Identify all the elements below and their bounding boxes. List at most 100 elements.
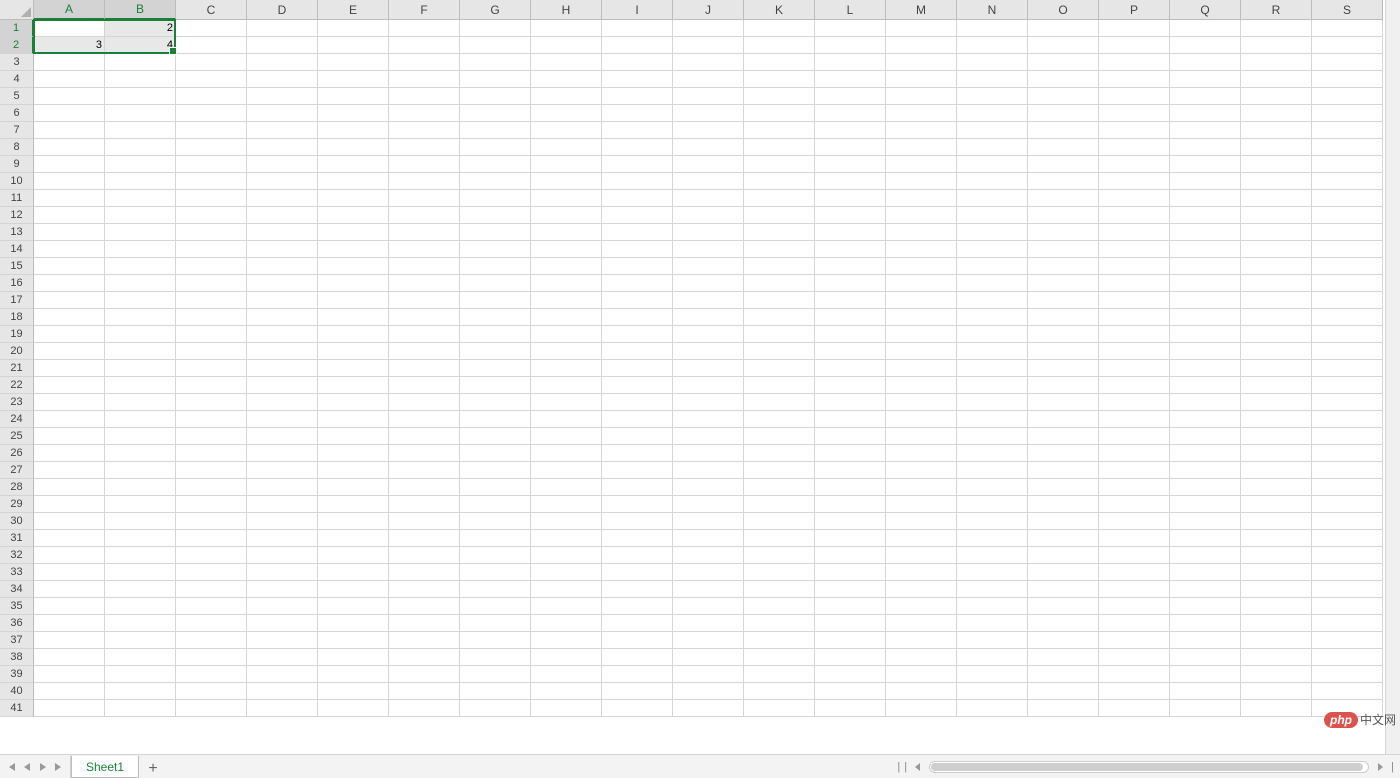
cell[interactable] [1099, 54, 1170, 71]
cell[interactable] [1170, 598, 1241, 615]
cell[interactable] [1241, 54, 1312, 71]
cell[interactable] [389, 156, 460, 173]
cell[interactable] [744, 428, 815, 445]
cell[interactable] [318, 275, 389, 292]
column-header[interactable]: I [602, 0, 673, 20]
column-header[interactable]: L [815, 0, 886, 20]
cell[interactable] [602, 258, 673, 275]
cell[interactable] [1241, 649, 1312, 666]
cell[interactable] [1241, 530, 1312, 547]
cell[interactable] [602, 360, 673, 377]
cell[interactable] [1312, 513, 1383, 530]
cell[interactable] [957, 139, 1028, 156]
cell[interactable] [1241, 156, 1312, 173]
cell[interactable] [957, 632, 1028, 649]
cell[interactable] [460, 343, 531, 360]
cell[interactable] [247, 496, 318, 513]
cell[interactable] [1170, 547, 1241, 564]
cell[interactable] [531, 71, 602, 88]
cell[interactable] [318, 258, 389, 275]
cell[interactable] [105, 547, 176, 564]
cell[interactable] [1170, 207, 1241, 224]
cell[interactable] [389, 445, 460, 462]
hscroll-right-icon[interactable] [1373, 760, 1387, 774]
cell[interactable] [105, 445, 176, 462]
cell[interactable] [602, 445, 673, 462]
cell[interactable] [460, 649, 531, 666]
cell[interactable] [1312, 564, 1383, 581]
cell[interactable] [460, 360, 531, 377]
cell[interactable] [1099, 411, 1170, 428]
cell[interactable] [247, 564, 318, 581]
cell[interactable] [105, 581, 176, 598]
cell[interactable] [673, 445, 744, 462]
cell[interactable] [1241, 700, 1312, 717]
cell[interactable] [389, 139, 460, 156]
cell[interactable] [886, 615, 957, 632]
cell[interactable] [602, 598, 673, 615]
cell[interactable] [602, 326, 673, 343]
cell[interactable] [460, 632, 531, 649]
cell[interactable] [1028, 411, 1099, 428]
cell[interactable] [531, 207, 602, 224]
cell[interactable] [744, 649, 815, 666]
cell[interactable] [460, 683, 531, 700]
cell[interactable] [886, 156, 957, 173]
cell[interactable] [744, 122, 815, 139]
cell[interactable] [1028, 615, 1099, 632]
cell[interactable] [460, 598, 531, 615]
cell[interactable] [1241, 309, 1312, 326]
row-header[interactable]: 41 [0, 700, 34, 717]
cell[interactable] [176, 156, 247, 173]
row-header[interactable]: 6 [0, 105, 34, 122]
cell[interactable] [318, 394, 389, 411]
cell[interactable] [957, 683, 1028, 700]
cell[interactable] [318, 666, 389, 683]
cell[interactable] [247, 581, 318, 598]
cell[interactable] [1170, 683, 1241, 700]
cell[interactable] [1312, 547, 1383, 564]
cell[interactable] [176, 37, 247, 54]
cell[interactable] [247, 54, 318, 71]
cell[interactable] [34, 122, 105, 139]
cell[interactable] [744, 139, 815, 156]
cell[interactable] [815, 377, 886, 394]
cell[interactable] [176, 530, 247, 547]
cell[interactable] [1170, 496, 1241, 513]
cell[interactable] [389, 241, 460, 258]
cell[interactable] [460, 20, 531, 37]
cell[interactable] [957, 258, 1028, 275]
row-header[interactable]: 4 [0, 71, 34, 88]
cell[interactable] [318, 547, 389, 564]
cell[interactable] [886, 360, 957, 377]
cell[interactable] [531, 258, 602, 275]
cell[interactable] [1170, 122, 1241, 139]
cell[interactable] [176, 547, 247, 564]
cell[interactable] [105, 411, 176, 428]
cell[interactable] [318, 37, 389, 54]
column-header[interactable]: E [318, 0, 389, 20]
cell[interactable] [886, 564, 957, 581]
cell[interactable] [247, 20, 318, 37]
cell[interactable] [1241, 88, 1312, 105]
cell[interactable] [1099, 547, 1170, 564]
cell[interactable] [1241, 445, 1312, 462]
cell[interactable] [673, 122, 744, 139]
cell[interactable] [957, 105, 1028, 122]
cell[interactable] [815, 343, 886, 360]
cell[interactable] [105, 309, 176, 326]
cell[interactable] [815, 88, 886, 105]
cell[interactable] [673, 343, 744, 360]
cell[interactable] [460, 547, 531, 564]
cell[interactable] [886, 326, 957, 343]
cell[interactable] [673, 462, 744, 479]
cell[interactable] [460, 292, 531, 309]
cell[interactable] [176, 241, 247, 258]
cell[interactable] [1312, 496, 1383, 513]
cell[interactable] [673, 683, 744, 700]
cell[interactable] [460, 275, 531, 292]
cell[interactable] [1241, 275, 1312, 292]
column-header[interactable]: O [1028, 0, 1099, 20]
cell[interactable] [247, 309, 318, 326]
column-header[interactable]: Q [1170, 0, 1241, 20]
